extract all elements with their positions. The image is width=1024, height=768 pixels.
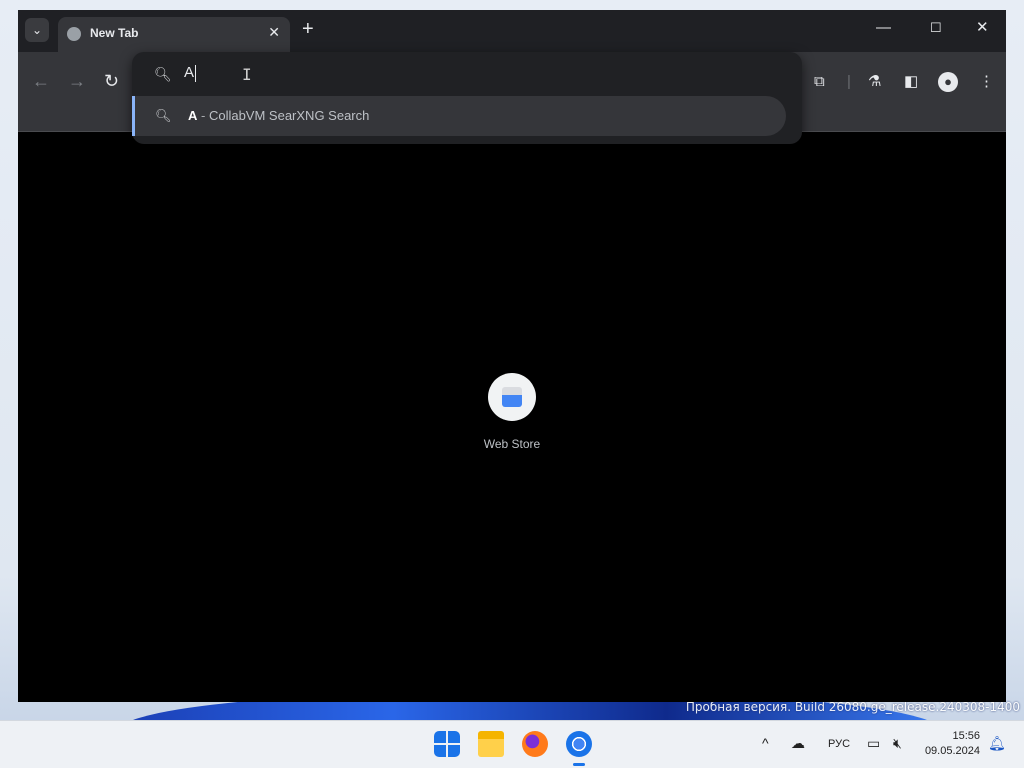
address-bar-input[interactable]: A xyxy=(184,64,484,84)
tab-strip: ⌄ New Tab ✕ + — ☐ ✕ xyxy=(18,10,1006,52)
maximize-icon[interactable]: ☐ xyxy=(930,20,942,35)
file-explorer-icon[interactable] xyxy=(478,731,504,757)
input-language[interactable]: РУС xyxy=(828,738,850,750)
tab-new-tab[interactable]: New Tab ✕ xyxy=(58,17,290,52)
clock-time: 15:56 xyxy=(952,730,980,742)
text-caret xyxy=(195,64,197,82)
puzzle-icon[interactable]: ⧉ xyxy=(814,74,825,89)
back-button[interactable]: ← xyxy=(32,72,50,90)
chevron-down-icon: ⌄ xyxy=(31,23,43,37)
globe-icon xyxy=(67,27,81,41)
tab-search-button[interactable]: ⌄ xyxy=(25,18,49,42)
forward-button[interactable]: → xyxy=(68,72,86,90)
search-icon: 🔍︎ xyxy=(155,108,172,123)
network-icon[interactable]: ▭ xyxy=(867,735,880,751)
chevron-up-icon[interactable]: ^ xyxy=(762,735,769,751)
omnibox-suggestion[interactable]: 🔍︎ A - CollabVM SearXNG Search xyxy=(132,96,786,136)
shortcut-web-store[interactable]: Web Store xyxy=(480,373,544,451)
web-store-icon xyxy=(488,373,536,421)
close-window-icon[interactable]: ✕ xyxy=(976,20,989,35)
system-clock[interactable]: 15:56 09.05.2024 xyxy=(920,729,980,759)
toolbar-divider: | xyxy=(847,73,851,90)
profile-icon[interactable]: ● xyxy=(938,72,958,92)
taskbar: ^ ☁ РУС ▭ 🔇︎ 15:56 09.05.2024 🔔︎ xyxy=(0,720,1024,768)
side-panel-icon[interactable]: ◧ xyxy=(904,74,918,89)
active-app-indicator xyxy=(573,763,585,766)
omnibox-dropdown: 🔍︎ A I 🔍︎ A - CollabVM SearXNG Search xyxy=(132,52,802,144)
firefox-icon[interactable] xyxy=(522,731,548,757)
notification-bell-icon[interactable]: 🔔︎ xyxy=(988,735,1006,751)
flask-icon[interactable]: ⚗ xyxy=(868,74,881,89)
new-tab-button[interactable]: + xyxy=(302,19,314,39)
tab-title: New Tab xyxy=(90,26,139,40)
volume-muted-icon[interactable]: 🔇︎ xyxy=(893,735,902,751)
ibeam-cursor-icon: I xyxy=(242,65,252,84)
shortcut-label: Web Store xyxy=(483,437,541,451)
cloud-offline-icon[interactable]: ☁ xyxy=(791,735,805,751)
evaluation-watermark: Пробная версия. Build 26080.ge_release.2… xyxy=(685,700,1020,714)
kebab-menu-icon[interactable]: ⋮ xyxy=(979,74,994,89)
search-icon: 🔍︎ xyxy=(154,66,172,82)
chrome-icon[interactable] xyxy=(566,731,592,757)
close-tab-icon[interactable]: ✕ xyxy=(268,24,280,41)
clock-date: 09.05.2024 xyxy=(924,745,980,757)
reload-button[interactable]: ↻ xyxy=(104,72,119,90)
start-button[interactable] xyxy=(434,731,460,757)
suggestion-text: A - CollabVM SearXNG Search xyxy=(188,108,370,123)
minimize-icon[interactable]: — xyxy=(876,20,891,35)
